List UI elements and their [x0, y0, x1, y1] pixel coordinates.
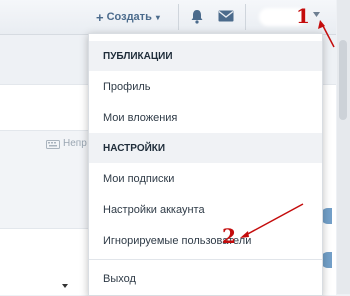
menu-divider — [89, 259, 322, 260]
keyboard-icon — [46, 140, 60, 149]
envelope-icon[interactable] — [218, 10, 234, 22]
scrollbar-thumb[interactable] — [339, 40, 347, 120]
menu-item-account-settings[interactable]: Настройки аккаунта — [89, 194, 322, 225]
header-divider — [178, 4, 179, 30]
menu-item-my-attachments[interactable]: Мои вложения — [89, 102, 322, 133]
chevron-down-icon[interactable] — [62, 284, 68, 288]
header-divider — [245, 4, 246, 30]
annotation-marker-2: 2 — [222, 224, 236, 248]
menu-item-my-subscriptions[interactable]: Мои подписки — [89, 163, 322, 194]
menu-item-logout[interactable]: Выход — [89, 263, 322, 294]
unread-partial-label: Непр — [63, 138, 87, 149]
menu-item-ignored-users[interactable]: Игнорируемые пользователи — [89, 225, 322, 256]
user-menu-chevron-down-icon[interactable] — [313, 12, 320, 17]
create-button[interactable]: + Создать ▾ — [96, 8, 160, 26]
menu-section-settings: НАСТРОЙКИ — [89, 133, 322, 163]
create-button-label: Создать — [106, 11, 152, 23]
menu-item-profile[interactable]: Профиль — [89, 71, 322, 102]
chevron-down-icon: ▾ — [155, 12, 160, 22]
menu-section-publications: ПУБЛИКАЦИИ — [89, 41, 322, 71]
annotation-marker-1: 1 — [296, 4, 310, 28]
plus-icon: + — [96, 9, 104, 25]
user-dropdown-menu: ПУБЛИКАЦИИ Профиль Мои вложения НАСТРОЙК… — [88, 33, 323, 296]
content-lower-panel — [0, 228, 90, 295]
bell-icon[interactable] — [190, 9, 204, 24]
